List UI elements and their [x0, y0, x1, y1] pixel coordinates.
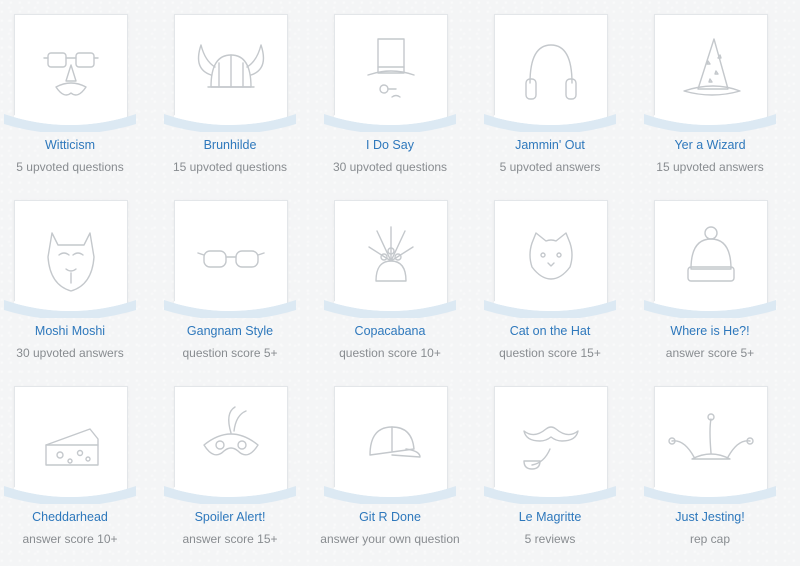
hat-name[interactable]: Brunhilde — [160, 138, 300, 152]
card-ribbon — [484, 300, 616, 318]
hat-item[interactable]: Copacabana question score 10+ — [320, 200, 460, 380]
hat-card — [174, 200, 288, 311]
hat-card — [334, 386, 448, 497]
glasses-nose-mustache-icon — [43, 52, 99, 96]
hat-requirement: 5 upvoted questions — [16, 160, 124, 174]
card-ribbon — [4, 486, 136, 504]
hats-grid: Witticism 5 upvoted questions Brunhilde 15 … — [0, 0, 800, 549]
hat-card — [334, 14, 448, 125]
card-ribbon — [4, 114, 136, 132]
hat-item[interactable]: Cheddarhead answer score 10+ — [0, 386, 140, 566]
hat-name[interactable]: Where is He?! — [640, 324, 780, 338]
hat-requirement: 30 upvoted answers — [16, 346, 124, 360]
hat-name[interactable]: Cat on the Hat — [480, 324, 620, 338]
hat-item[interactable]: Cat on the Hat question score 15+ — [480, 200, 620, 380]
hat-card — [14, 14, 128, 125]
hat-card — [654, 14, 768, 125]
hat-requirement: 30 upvoted questions — [332, 160, 448, 174]
hat-requirement: question score 15+ — [499, 346, 601, 360]
card-ribbon — [484, 486, 616, 504]
hat-item[interactable]: Witticism 5 upvoted questions — [0, 14, 140, 194]
card-ribbon — [324, 486, 456, 504]
hat-item[interactable]: Where is He?! answer score 5+ — [640, 200, 780, 380]
hat-name[interactable]: Copacabana — [320, 324, 460, 338]
hat-item[interactable]: Just Jesting! rep cap — [640, 386, 780, 566]
card-ribbon — [644, 114, 776, 132]
hat-card — [494, 200, 608, 311]
headphones-icon — [525, 44, 577, 100]
hat-card — [174, 14, 288, 125]
hat-name[interactable]: Moshi Moshi — [0, 324, 140, 338]
jester-hat-icon — [668, 413, 754, 460]
card-ribbon — [484, 114, 616, 132]
card-ribbon — [164, 486, 296, 504]
wizard-hat-icon — [683, 38, 741, 96]
hat-requirement: 5 upvoted answers — [499, 160, 601, 174]
hat-name[interactable]: Git R Done — [320, 510, 460, 524]
hat-requirement: 15 upvoted questions — [172, 160, 288, 174]
hat-requirement: 5 reviews — [524, 532, 576, 546]
hat-item[interactable]: Gangnam Style question score 5+ — [160, 200, 300, 380]
mustache-pipe-icon — [523, 426, 579, 470]
hat-card — [14, 200, 128, 311]
card-ribbon — [644, 300, 776, 318]
beanie-icon — [687, 226, 735, 282]
card-ribbon — [164, 300, 296, 318]
cat-face-icon — [529, 232, 573, 280]
fruit-hat-icon — [368, 226, 414, 282]
hat-card — [174, 386, 288, 497]
hat-item[interactable]: Le Magritte 5 reviews — [480, 386, 620, 566]
hat-card — [334, 200, 448, 311]
card-ribbon — [644, 486, 776, 504]
hat-name[interactable]: I Do Say — [320, 138, 460, 152]
hat-name[interactable]: Jammin' Out — [480, 138, 620, 152]
hat-item[interactable]: Brunhilde 15 upvoted questions — [160, 14, 300, 194]
hat-requirement: 15 upvoted answers — [656, 160, 764, 174]
hat-item[interactable]: Spoiler Alert! answer score 15+ — [160, 386, 300, 566]
viking-helmet-icon — [197, 44, 265, 88]
sunglasses-icon — [197, 250, 265, 268]
hat-card — [654, 386, 768, 497]
hat-requirement: answer score 10+ — [22, 532, 118, 546]
kitsune-mask-icon — [47, 232, 95, 292]
hat-requirement: answer score 15+ — [182, 532, 278, 546]
hat-item[interactable]: Git R Done answer your own question — [320, 386, 460, 566]
card-ribbon — [324, 114, 456, 132]
hat-name[interactable]: Cheddarhead — [0, 510, 140, 524]
hat-item[interactable]: I Do Say 30 upvoted questions — [320, 14, 460, 194]
cheese-hat-icon — [45, 428, 99, 466]
hat-requirement: answer your own question — [320, 532, 460, 546]
hat-name[interactable]: Spoiler Alert! — [160, 510, 300, 524]
hat-name[interactable]: Just Jesting! — [640, 510, 780, 524]
hat-requirement: question score 5+ — [182, 346, 278, 360]
hat-item[interactable]: Moshi Moshi 30 upvoted answers — [0, 200, 140, 380]
hat-requirement: question score 10+ — [339, 346, 441, 360]
hat-name[interactable]: Yer a Wizard — [640, 138, 780, 152]
baseball-cap-icon — [369, 426, 421, 458]
hat-name[interactable]: Le Magritte — [480, 510, 620, 524]
card-ribbon — [164, 114, 296, 132]
hat-requirement: rep cap — [689, 532, 731, 546]
hat-name[interactable]: Witticism — [0, 138, 140, 152]
hat-card — [14, 386, 128, 497]
top-hat-monocle-icon — [367, 38, 415, 98]
hat-requirement: answer score 5+ — [665, 346, 755, 360]
hat-item[interactable]: Jammin' Out 5 upvoted answers — [480, 14, 620, 194]
hat-item[interactable]: Yer a Wizard 15 upvoted answers — [640, 14, 780, 194]
masquerade-mask-icon — [203, 406, 259, 456]
hat-name[interactable]: Gangnam Style — [160, 324, 300, 338]
hat-card — [494, 14, 608, 125]
card-ribbon — [324, 300, 456, 318]
card-ribbon — [4, 300, 136, 318]
hat-card — [494, 386, 608, 497]
hat-card — [654, 200, 768, 311]
